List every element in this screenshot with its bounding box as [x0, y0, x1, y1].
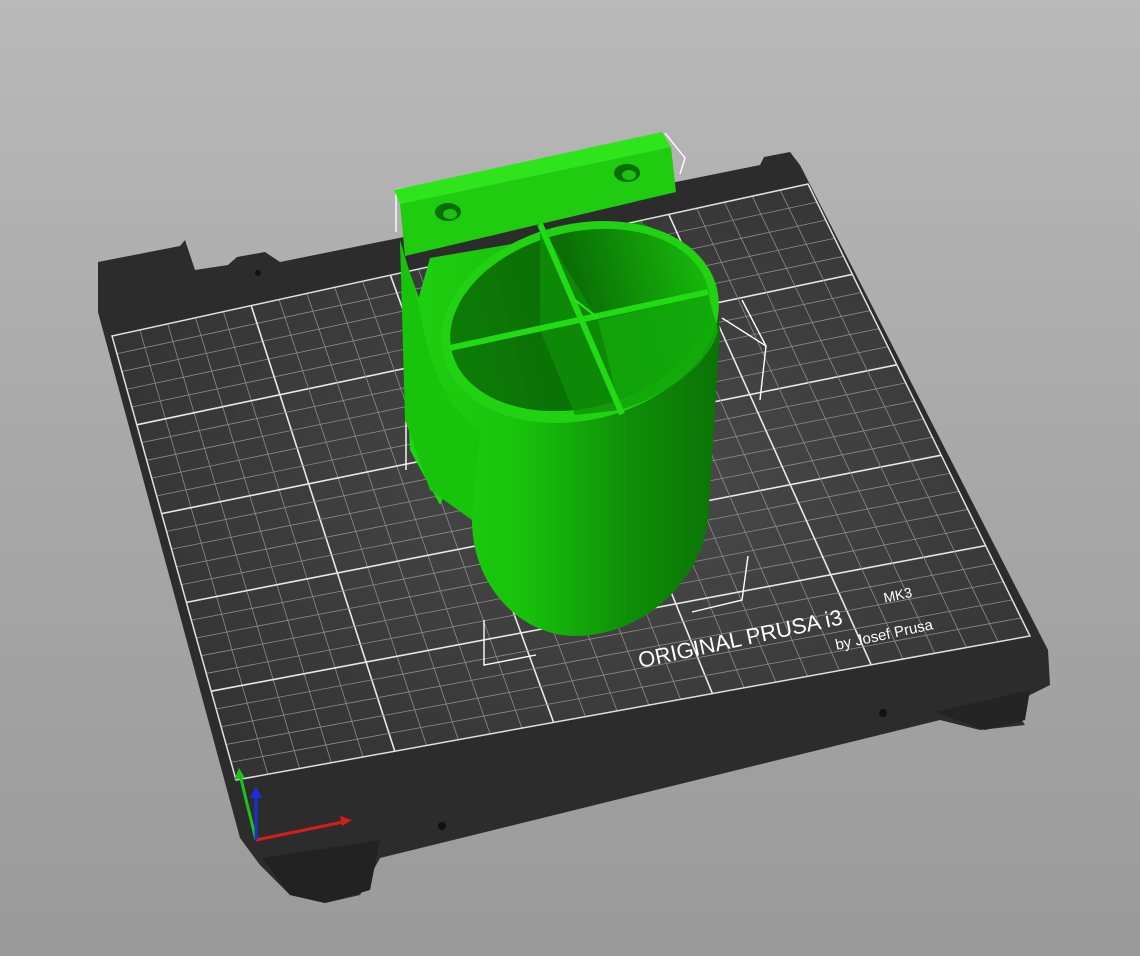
bed-mount-hole [255, 270, 261, 276]
screw-hole [443, 209, 457, 219]
scene-svg[interactable]: ORIGINAL PRUSA i3 MK3 by Josef Prusa [0, 0, 1140, 956]
screw-hole [622, 170, 636, 180]
bed-mount-hole [879, 709, 887, 717]
3d-viewport[interactable]: ORIGINAL PRUSA i3 MK3 by Josef Prusa [0, 0, 1140, 956]
bed-mount-hole [438, 822, 446, 830]
